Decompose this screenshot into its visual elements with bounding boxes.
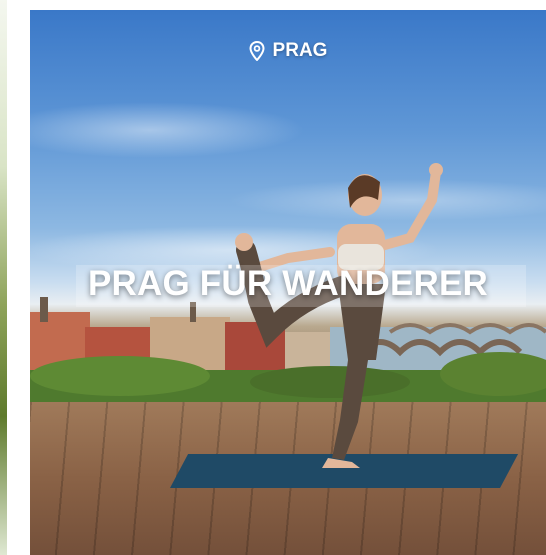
location-name: PRAG [272, 40, 328, 61]
adjacent-card-edge [0, 0, 10, 555]
location-label: PRAG [30, 40, 546, 62]
card-title[interactable]: PRAG FÜR WANDERER [30, 264, 546, 304]
map-pin-icon [249, 41, 265, 61]
yoga-person-image [235, 163, 443, 468]
destination-card[interactable]: PRAG PRAG FÜR WANDERER [30, 10, 546, 555]
